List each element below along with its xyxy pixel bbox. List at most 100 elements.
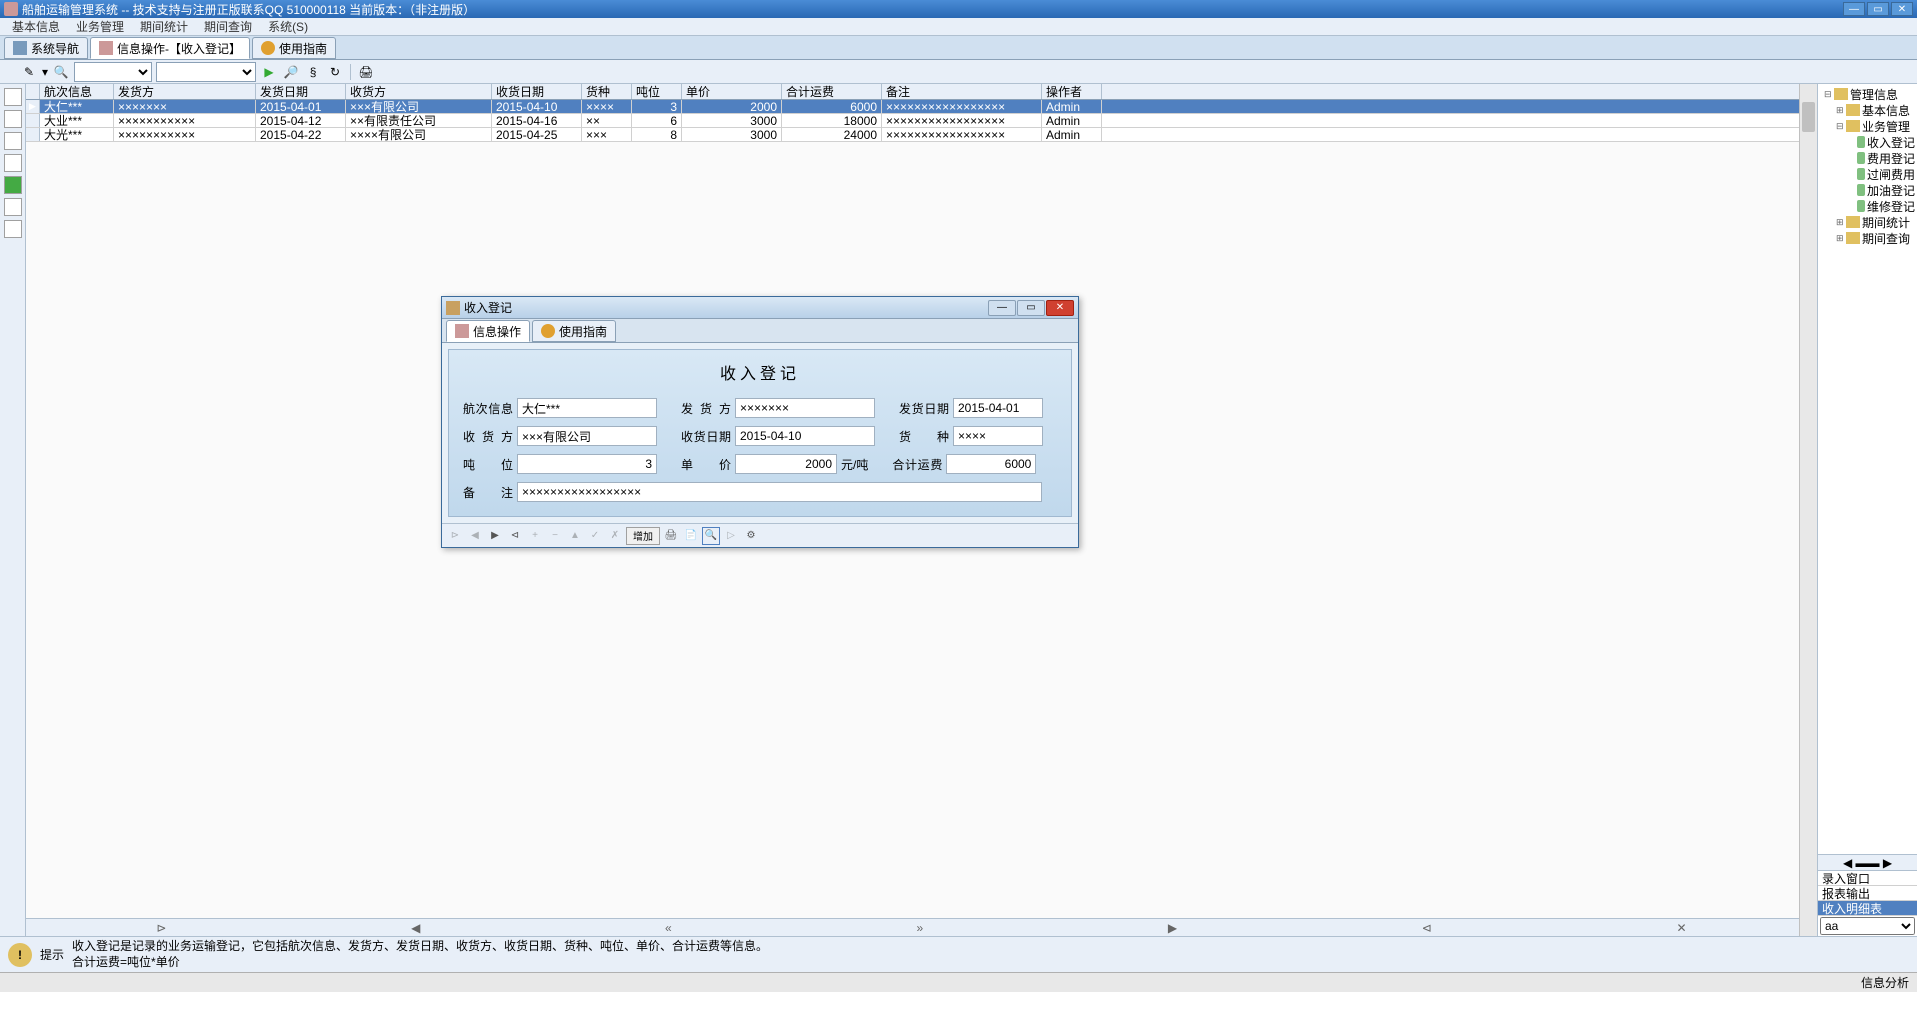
col-receiver[interactable]: 收货方 (346, 84, 492, 99)
settings-icon[interactable]: ⚙ (742, 527, 760, 545)
cell: 2015-04-25 (492, 128, 582, 141)
modal-titlebar[interactable]: 收入登记 — ▭ ✕ (442, 297, 1078, 319)
modal-tab-guide[interactable]: 使用指南 (532, 320, 616, 342)
total-input[interactable] (946, 454, 1036, 474)
tab-guide[interactable]: 使用指南 (252, 37, 336, 59)
modal-title: 收入登记 (464, 299, 512, 316)
tree-node[interactable]: ⊟业务管理 (1820, 118, 1915, 134)
lb-icon-4[interactable] (4, 154, 22, 172)
nav-next-icon[interactable]: ▶ (486, 527, 504, 545)
tb-print-icon[interactable]: 🖨 (357, 63, 375, 81)
recvdate-input[interactable] (735, 426, 875, 446)
folder-icon (1846, 104, 1860, 116)
lb-icon-2[interactable] (4, 110, 22, 128)
nav-edit-icon[interactable]: ▲ (566, 527, 584, 545)
status-bar: ! 提示 收入登记是记录的业务运输登记，它包括航次信息、发货方、发货日期、收货方… (0, 936, 1917, 972)
nav-prev-icon[interactable]: ◀ (466, 527, 484, 545)
col-recvdate[interactable]: 收货日期 (492, 84, 582, 99)
col-voyage[interactable]: 航次信息 (40, 84, 114, 99)
preview-icon[interactable]: 📄 (682, 527, 700, 545)
lb-icon-7[interactable] (4, 220, 22, 238)
menu-basic[interactable]: 基本信息 (4, 18, 68, 35)
bottom-label[interactable]: 信息分析 (1861, 974, 1909, 991)
lb-icon-3[interactable] (4, 132, 22, 150)
remark-input[interactable] (517, 482, 1042, 502)
v-scrollbar[interactable] (1799, 84, 1817, 936)
export-icon[interactable]: ▷ (722, 527, 740, 545)
receiver-input[interactable] (517, 426, 657, 446)
shipdate-input[interactable] (953, 398, 1043, 418)
tb-go-icon[interactable]: ▶ (260, 63, 278, 81)
menu-stats[interactable]: 期间统计 (132, 18, 196, 35)
status-text: 收入登记是记录的业务运输登记，它包括航次信息、发货方、发货日期、收货方、收货日期… (72, 939, 768, 970)
right-bottom-item[interactable]: 收入明细表 (1818, 901, 1917, 916)
shipper-input[interactable] (735, 398, 875, 418)
table-row[interactable]: ▶大仁***×××××××2015-04-01×××有限公司2015-04-10… (26, 100, 1817, 114)
menu-system[interactable]: 系统(S) (260, 18, 316, 35)
tb-search-icon[interactable]: 🔍 (52, 63, 70, 81)
lb-icon-1[interactable] (4, 88, 22, 106)
right-combo[interactable]: aa (1820, 917, 1915, 935)
tb-edit-icon[interactable]: ✎ (20, 63, 38, 81)
tree-node[interactable]: ⊞基本信息 (1820, 102, 1915, 118)
tb-combo2[interactable] (156, 62, 256, 82)
menu-query[interactable]: 期间查询 (196, 18, 260, 35)
table-row[interactable]: 大光***×××××××××××2015-04-22××××有限公司2015-0… (26, 128, 1817, 142)
tb-combo1[interactable] (74, 62, 152, 82)
tree-node[interactable]: 费用登记 (1820, 150, 1915, 166)
cell: Admin (1042, 128, 1102, 141)
menu-business[interactable]: 业务管理 (68, 18, 132, 35)
col-shipdate[interactable]: 发货日期 (256, 84, 346, 99)
voyage-input[interactable] (517, 398, 657, 418)
modal-close-button[interactable]: ✕ (1046, 300, 1074, 316)
weight-input[interactable] (517, 454, 657, 474)
close-button[interactable]: ✕ (1891, 2, 1913, 16)
col-price[interactable]: 单价 (682, 84, 782, 99)
col-total[interactable]: 合计运费 (782, 84, 882, 99)
tree-node[interactable]: 过闸费用 (1820, 166, 1915, 182)
minimize-button[interactable]: — (1843, 2, 1865, 16)
nav-last-icon[interactable]: ⊲ (506, 527, 524, 545)
add-button[interactable]: 增加 (626, 527, 660, 545)
lb-icon-6[interactable] (4, 198, 22, 216)
nav-del-icon[interactable]: − (546, 527, 564, 545)
tree-node[interactable]: 加油登记 (1820, 182, 1915, 198)
maximize-button[interactable]: ▭ (1867, 2, 1889, 16)
tree-node[interactable]: 收入登记 (1820, 134, 1915, 150)
col-remark[interactable]: 备注 (882, 84, 1042, 99)
cell: ×××× (582, 100, 632, 113)
col-shipper[interactable]: 发货方 (114, 84, 256, 99)
cell: 3000 (682, 128, 782, 141)
nav-cancel-icon[interactable]: ✗ (606, 527, 624, 545)
tree-root[interactable]: ⊟ 管理信息 (1820, 86, 1915, 102)
tree-node[interactable]: 维修登记 (1820, 198, 1915, 214)
nav-post-icon[interactable]: ✓ (586, 527, 604, 545)
tree-label: 业务管理 (1862, 118, 1910, 135)
tree-node[interactable]: ⊞期间统计 (1820, 214, 1915, 230)
right-bottom: 录入窗口报表输出收入明细表 (1818, 870, 1917, 916)
zoom-icon[interactable]: 🔍 (702, 527, 720, 545)
table-row[interactable]: 大业***×××××××××××2015-04-12××有限责任公司2015-0… (26, 114, 1817, 128)
tb-refresh-icon[interactable]: ↻ (326, 63, 344, 81)
lb-icon-5[interactable] (4, 176, 22, 194)
grid-hscrollbar[interactable]: ⊳◀«»▶⊲✕ (26, 918, 1817, 936)
modal-minimize-button[interactable]: — (988, 300, 1016, 316)
print-icon[interactable]: 🖨 (662, 527, 680, 545)
col-cargo[interactable]: 货种 (582, 84, 632, 99)
nav-add-icon[interactable]: + (526, 527, 544, 545)
tb-dropdown-arrow[interactable]: ▾ (42, 65, 48, 79)
col-operator[interactable]: 操作者 (1042, 84, 1102, 99)
tab-sysnav[interactable]: 系统导航 (4, 37, 88, 59)
modal-tab-info[interactable]: 信息操作 (446, 320, 530, 342)
tree-hscroll[interactable]: ◀ ▬▬ ▶ (1818, 854, 1917, 870)
tb-find-icon[interactable]: 🔎 (282, 63, 300, 81)
price-input[interactable] (735, 454, 837, 474)
tab-income[interactable]: 信息操作-【收入登记】 (90, 37, 250, 59)
tree-node[interactable]: ⊞期间查询 (1820, 230, 1915, 246)
col-weight[interactable]: 吨位 (632, 84, 682, 99)
app-icon (4, 2, 18, 16)
nav-first-icon[interactable]: ⊳ (446, 527, 464, 545)
modal-maximize-button[interactable]: ▭ (1017, 300, 1045, 316)
cargo-input[interactable] (953, 426, 1043, 446)
tb-filter-icon[interactable]: § (304, 63, 322, 81)
